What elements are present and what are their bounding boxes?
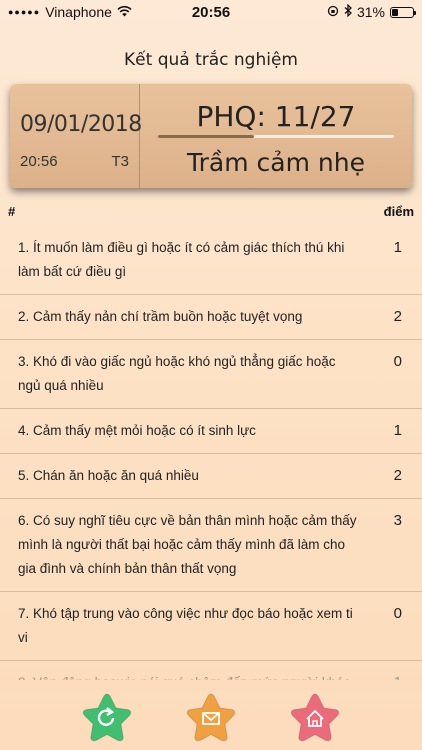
question-score: 0 <box>393 353 402 370</box>
status-left: ●●●●● Vinaphone <box>8 4 132 20</box>
home-icon <box>290 693 340 742</box>
wifi-icon <box>117 4 132 20</box>
page-title: Kết quả trắc nghiệm <box>124 50 298 70</box>
result-card: 09/01/2018 20:56 T3 PHQ: 11/27 Trầm cảm … <box>10 84 412 188</box>
result-datetime: 09/01/2018 20:56 T3 <box>10 84 142 188</box>
list-item[interactable]: 3. Khó đi vào giấc ngủ hoặc khó ngủ thẳn… <box>0 340 422 409</box>
battery-percent: 31% <box>356 4 385 20</box>
question-score: 2 <box>393 467 402 484</box>
list-item[interactable]: 6. Có suy nghĩ tiêu cực về bản thân mình… <box>0 499 422 592</box>
list-item[interactable]: 7. Khó tập trung vào công việc như đọc b… <box>0 592 422 661</box>
list-item[interactable]: 1. Ít muốn làm điều gì hoặc ít có cảm gi… <box>0 226 422 295</box>
question-text: 2. Cảm thấy nản chí trầm buồn hoặc tuyệt… <box>18 309 303 324</box>
orientation-lock-icon <box>327 4 339 20</box>
result-weekday: T3 <box>111 153 129 170</box>
bluetooth-icon <box>344 3 352 20</box>
home-button[interactable] <box>285 691 345 749</box>
result-date: 09/01/2018 <box>20 112 142 137</box>
list-header: # điểm <box>8 204 414 219</box>
carrier-name: Vinaphone <box>45 4 112 20</box>
score-progress-bar <box>158 135 394 138</box>
question-text: 5. Chán ăn hoặc ăn quá nhiều <box>18 468 199 483</box>
column-score-header: điểm <box>383 204 414 219</box>
question-score: 2 <box>393 308 402 325</box>
bottom-fade <box>0 660 422 690</box>
question-text: 6. Có suy nghĩ tiêu cực về bản thân mình… <box>18 513 357 576</box>
battery-icon <box>390 6 416 18</box>
refresh-icon <box>82 693 132 742</box>
mail-icon <box>186 693 236 742</box>
list-item[interactable]: 5. Chán ăn hoặc ăn quá nhiều 2 <box>0 454 422 499</box>
question-score: 1 <box>393 422 402 439</box>
result-summary: PHQ: 11/27 Trầm cảm nhẹ <box>140 84 412 188</box>
result-time: 20:56 <box>20 153 58 170</box>
question-list[interactable]: 1. Ít muốn làm điều gì hoặc ít có cảm gi… <box>0 226 422 680</box>
column-number-header: # <box>8 204 16 219</box>
question-score: 3 <box>393 512 402 529</box>
question-score: 0 <box>393 605 402 622</box>
question-text: 7. Khó tập trung vào công việc như đọc b… <box>18 606 353 645</box>
question-text: 3. Khó đi vào giấc ngủ hoặc khó ngủ thẳn… <box>18 354 336 393</box>
list-item[interactable]: 4. Cảm thấy mệt mỏi hoặc có ít sinh lực 1 <box>0 409 422 454</box>
question-text: 4. Cảm thấy mệt mỏi hoặc có ít sinh lực <box>18 423 256 438</box>
score-progress-fill <box>158 135 255 138</box>
signal-icon: ●●●●● <box>8 7 41 17</box>
result-severity: Trầm cảm nhẹ <box>187 148 365 177</box>
bottom-toolbar <box>0 690 422 750</box>
question-text: 1. Ít muốn làm điều gì hoặc ít có cảm gi… <box>18 240 345 279</box>
status-right: 31% <box>327 3 416 20</box>
result-score: PHQ: 11/27 <box>196 100 356 133</box>
battery-level <box>392 8 399 16</box>
question-score: 1 <box>393 239 402 256</box>
list-item[interactable]: 2. Cảm thấy nản chí trầm buồn hoặc tuyệt… <box>0 295 422 340</box>
result-time-row: 20:56 T3 <box>20 153 139 170</box>
mail-button[interactable] <box>181 691 241 749</box>
status-bar: ●●●●● Vinaphone 20:56 31% <box>0 0 422 24</box>
refresh-button[interactable] <box>77 691 137 749</box>
